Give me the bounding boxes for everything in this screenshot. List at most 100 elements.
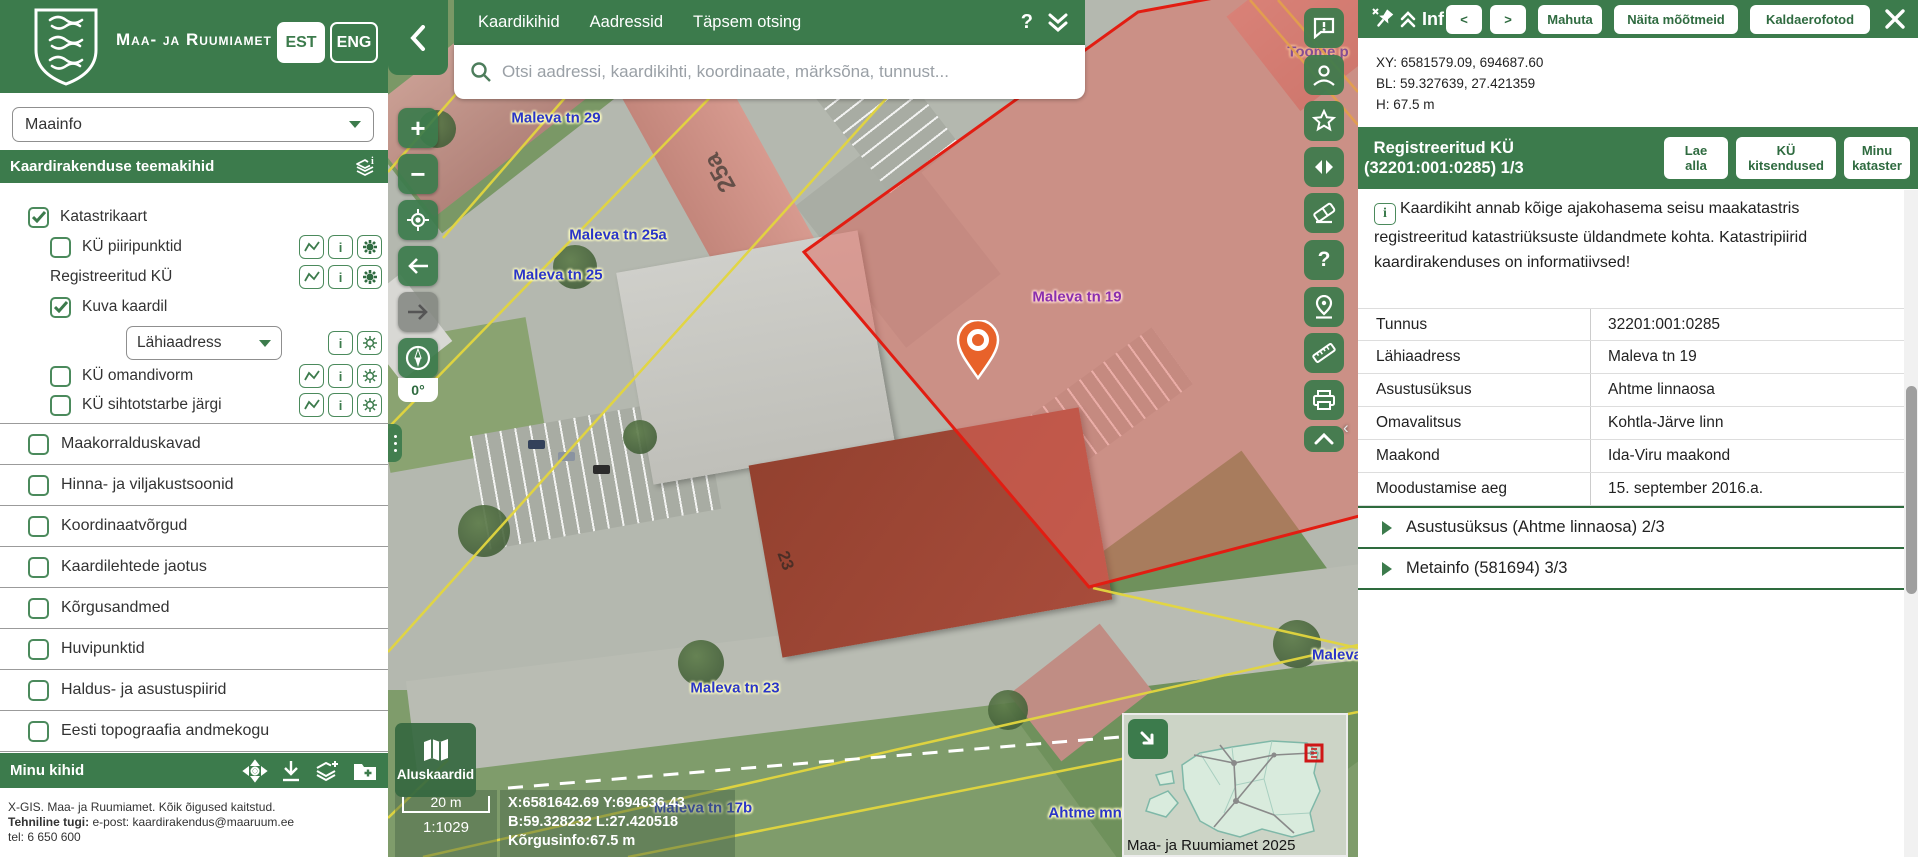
pin-window-icon[interactable] — [1370, 6, 1396, 32]
panel-scrollbar[interactable] — [1904, 190, 1918, 857]
prev-result-button[interactable]: < — [1446, 5, 1482, 34]
tree-item-katastrikaart[interactable]: Katastrikaart — [28, 204, 147, 230]
tree-tools-ku-sihtotstarbe: i — [295, 393, 382, 417]
map-canvas[interactable]: 25a 23 — [388, 0, 1358, 857]
swipe-compare-button[interactable] — [1304, 147, 1344, 187]
info-icon[interactable]: i — [328, 331, 353, 355]
gear-icon[interactable] — [357, 331, 382, 355]
add-layers-icon[interactable] — [314, 759, 340, 783]
gear-icon[interactable] — [357, 393, 382, 417]
search-input[interactable] — [502, 62, 1069, 82]
tab-kaardikihid[interactable]: Kaardikihid — [478, 13, 560, 32]
layer-row-korgusandmed[interactable]: Kõrgusandmed — [0, 587, 388, 628]
oblique-photos-button[interactable]: Kaldaerofotod — [1750, 5, 1870, 34]
profile-select[interactable]: Maainfo — [12, 107, 374, 142]
checkbox-layer[interactable] — [28, 434, 49, 455]
bookmarks-button[interactable] — [1304, 101, 1344, 141]
checkbox-layer[interactable] — [28, 475, 49, 496]
coordinates-pin-button[interactable] — [1304, 287, 1344, 327]
restrictions-button[interactable]: KÜkitsendused — [1736, 137, 1836, 179]
tree-item-ku-omandivorm[interactable]: KÜ omandivorm — [50, 363, 193, 389]
sidebar-header: Maa- ja Ruumiamet EST ENG — [0, 0, 388, 93]
next-result-button[interactable]: > — [1490, 5, 1526, 34]
tree-item-kuva-kaardil[interactable]: Kuva kaardil — [50, 294, 167, 320]
checkbox-kuva-kaardil-checked[interactable] — [50, 297, 71, 318]
checkbox-katastrikaart-checked[interactable] — [28, 207, 49, 228]
layer-row-eesti-topo[interactable]: Eesti topograafia andmekogu — [0, 710, 388, 751]
legend-icon[interactable] — [299, 265, 324, 289]
measure-button[interactable] — [1304, 333, 1344, 373]
label-mode-select[interactable]: Lähiaadress — [126, 326, 282, 360]
info-icon[interactable]: i — [328, 265, 353, 289]
gear-filled-icon[interactable] — [357, 265, 382, 289]
zoom-out-button[interactable]: − — [398, 154, 438, 194]
add-folder-icon[interactable] — [352, 760, 378, 782]
coat-of-arms-logo — [30, 6, 102, 86]
overview-map[interactable]: Maa- ja Ruumiamet 2025 — [1122, 713, 1348, 857]
sidebar-collapse-button[interactable] — [388, 0, 448, 75]
layers-info-icon[interactable]: i — [354, 156, 378, 178]
tree-item-ku-piiripunktid[interactable]: KÜ piiripunktid — [50, 234, 182, 260]
info-icon[interactable]: i — [328, 235, 353, 259]
fit-view-button[interactable]: Mahuta — [1538, 5, 1602, 34]
collapse-search-icon[interactable] — [1047, 12, 1069, 34]
show-measurements-button[interactable]: Näita mõõtmeid — [1614, 5, 1738, 34]
layer-label: Eesti topograafia andmekogu — [61, 722, 269, 740]
layer-row-kaardilehtede[interactable]: Kaardilehtede jaotus — [0, 546, 388, 587]
tab-aadressid[interactable]: Aadressid — [590, 13, 663, 32]
legend-icon[interactable] — [299, 393, 324, 417]
tree-item-ku-sihtotstarbe[interactable]: KÜ sihtotstarbe järgi — [50, 392, 222, 418]
layer-row-maakorralduskavad[interactable]: Maakorralduskavad — [0, 423, 388, 464]
info-panel-collapse-arrow[interactable]: ‹ — [1343, 418, 1349, 438]
compass-button[interactable] — [398, 338, 438, 378]
checkbox-layer[interactable] — [28, 598, 49, 619]
history-forward-button[interactable] — [398, 292, 438, 332]
checkbox-layer[interactable] — [28, 557, 49, 578]
history-back-button[interactable] — [398, 246, 438, 286]
legend-icon[interactable] — [299, 235, 324, 259]
layer-row-huvipunktid[interactable]: Huvipunktid — [0, 628, 388, 669]
eraser-button[interactable] — [1304, 193, 1344, 233]
toolbar-collapse-button[interactable] — [1304, 426, 1344, 452]
help-button[interactable]: ? — [1021, 11, 1033, 34]
accordion-metainfo[interactable]: Metainfo (581694) 3/3 — [1358, 547, 1918, 588]
language-button-eng[interactable]: ENG — [330, 22, 378, 63]
attribution-text: Maa- ja Ruumiamet 2025 — [1127, 837, 1295, 854]
info-icon[interactable]: i — [328, 393, 353, 417]
feedback-button[interactable] — [1304, 8, 1344, 48]
checkbox-ku-sihtotstarbe[interactable] — [50, 395, 71, 416]
search-tabs-bar: Kaardikihid Aadressid Täpsem otsing ? — [454, 0, 1085, 45]
accordion-asustusuksus[interactable]: Asustusüksus (Ahtme linnaosa) 2/3 — [1358, 506, 1918, 547]
drawer-handle[interactable] — [388, 424, 402, 462]
scrollbar-thumb[interactable] — [1906, 386, 1917, 594]
tab-tapsem-otsing[interactable]: Täpsem otsing — [693, 13, 801, 32]
print-button[interactable] — [1304, 380, 1344, 420]
my-cadastre-button[interactable]: Minukataster — [1844, 137, 1910, 179]
basemap-button[interactable]: Aluskaardid — [395, 723, 476, 797]
compass-degrees[interactable]: 0° — [398, 378, 438, 402]
panel-collapse-up-icon[interactable] — [1400, 10, 1416, 28]
download-layer-icon[interactable] — [280, 759, 302, 783]
zoom-in-button[interactable]: + — [398, 108, 438, 148]
info-icon[interactable]: i — [328, 364, 353, 388]
checkbox-layer[interactable] — [28, 721, 49, 742]
pan-to-layers-icon[interactable] — [242, 759, 268, 783]
close-icon[interactable] — [1884, 8, 1906, 30]
layer-row-haldus-asustus[interactable]: Haldus- ja asustuspiirid — [0, 669, 388, 710]
language-button-est[interactable]: EST — [277, 22, 325, 63]
overview-collapse-button[interactable] — [1128, 719, 1168, 759]
checkbox-layer[interactable] — [28, 639, 49, 660]
layer-row-hinna-viljakus[interactable]: Hinna- ja viljakustsoonid — [0, 464, 388, 505]
gear-filled-icon[interactable] — [357, 235, 382, 259]
user-account-button[interactable] — [1304, 55, 1344, 95]
checkbox-ku-omandivorm[interactable] — [50, 366, 71, 387]
layer-row-koordinaatvorgud[interactable]: Koordinaatvõrgud — [0, 505, 388, 546]
map-help-button[interactable]: ? — [1304, 240, 1344, 280]
legend-icon[interactable] — [299, 364, 324, 388]
checkbox-layer[interactable] — [28, 680, 49, 701]
gear-icon[interactable] — [357, 364, 382, 388]
locate-me-button[interactable] — [398, 200, 438, 240]
checkbox-ku-piiripunktid[interactable] — [50, 237, 71, 258]
download-data-button[interactable]: Laealla — [1664, 137, 1728, 179]
checkbox-layer[interactable] — [28, 516, 49, 537]
